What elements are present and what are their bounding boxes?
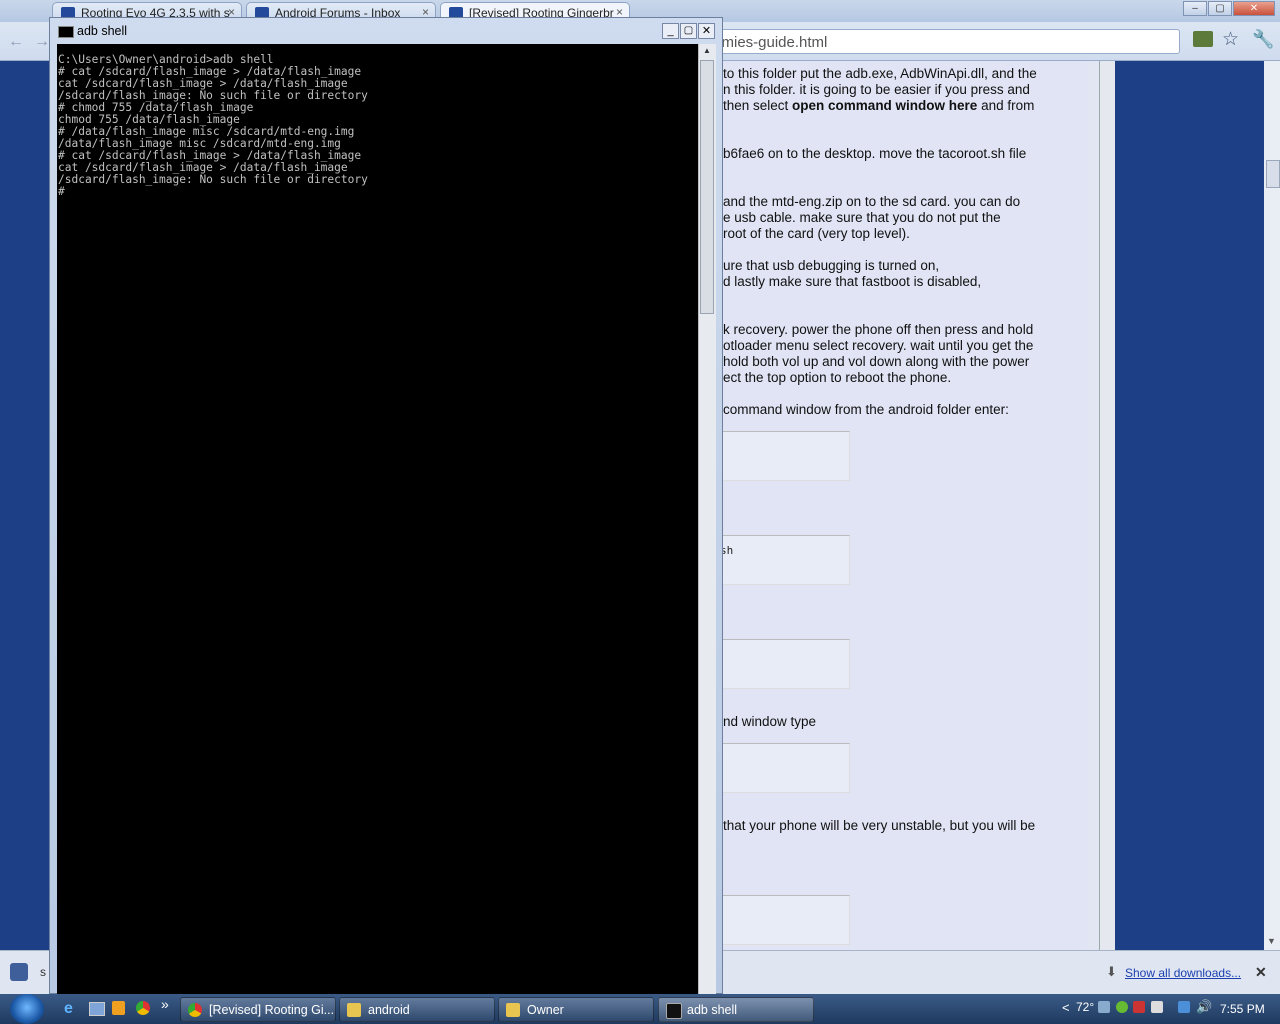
media-player-icon[interactable] — [112, 1001, 125, 1015]
console-maximize-button[interactable]: ▢ — [680, 23, 697, 39]
page-text-line: ect the top option to reboot the phone. — [723, 370, 952, 385]
folder-icon — [347, 1003, 361, 1017]
taskbar-item-adb-shell[interactable]: adb shell — [658, 997, 814, 1022]
taskbar-item-owner-folder[interactable]: Owner — [498, 997, 654, 1022]
console-line: /sdcard/flash_image: No such file or dir… — [58, 173, 368, 186]
console-title-bar[interactable]: adb shell _ ▢ ✕ — [50, 18, 722, 44]
clock[interactable]: 7:55 PM — [1220, 1002, 1265, 1016]
page-text-line: command window from the android folder e… — [723, 402, 1009, 417]
download-bar-close-button[interactable]: ✕ — [1255, 964, 1267, 981]
network-icon[interactable] — [1178, 1001, 1190, 1013]
browser-maximize-button[interactable]: ▢ — [1208, 1, 1232, 16]
show-desktop-icon[interactable] — [89, 1002, 105, 1016]
page-text-line: that your phone will be very unstable, b… — [723, 818, 1036, 833]
show-all-downloads-link[interactable]: Show all downloads... — [1125, 966, 1241, 980]
page-text-line: root of the card (very top level). — [723, 226, 910, 241]
console-close-button[interactable]: ✕ — [698, 23, 715, 39]
scroll-up-arrow-icon[interactable]: ▲ — [703, 46, 711, 55]
wrench-menu-icon[interactable]: 🔧 — [1252, 29, 1274, 50]
console-window[interactable]: adb shell _ ▢ ✕ C:\Users\Owner\android>a… — [49, 17, 723, 994]
taskbar-item-label: [Revised] Rooting Gi... — [209, 1003, 335, 1017]
browser-scrollbar[interactable] — [1264, 61, 1280, 950]
taskbar-item-label: Owner — [527, 1003, 564, 1017]
cmd-icon — [58, 26, 74, 38]
page-text-line: e usb cable. make sure that you do not p… — [723, 210, 1001, 225]
page-text-line: and the mtd-eng.zip on to the sd card. y… — [723, 194, 1021, 209]
page-text-line: otloader menu select recovery. wait unti… — [723, 338, 1034, 353]
browser-scrollbar-thumb[interactable] — [1266, 160, 1280, 188]
taskbar-item-android-folder[interactable]: android — [339, 997, 495, 1022]
volume-icon[interactable]: 🔊 — [1196, 999, 1212, 1015]
internet-explorer-icon[interactable]: e — [64, 1000, 73, 1018]
browser-close-button[interactable]: ✕ — [1233, 1, 1275, 16]
console-minimize-button[interactable]: _ — [662, 23, 679, 39]
page-text-line: nd window type — [723, 714, 817, 729]
page-action-icon[interactable] — [1193, 31, 1213, 47]
console-output[interactable]: C:\Users\Owner\android>adb shell # cat /s… — [57, 44, 698, 994]
taskbar-item-browser[interactable]: [Revised] Rooting Gi... — [180, 997, 336, 1022]
page-text-line: b6fae6 on to the desktop. move the tacor… — [723, 146, 1027, 161]
weather-temperature[interactable]: 72° — [1076, 1000, 1094, 1014]
browser-minimize-button[interactable]: – — [1183, 1, 1207, 16]
address-bar[interactable]: mmies-guide.html — [700, 29, 1180, 54]
tray-expand-icon[interactable]: < — [1062, 1000, 1070, 1015]
download-arrow-icon: ⬇ — [1106, 964, 1117, 979]
page-text-line: n this folder. it is going to be easier … — [723, 82, 1030, 97]
page-text-line: k recovery. power the phone off then pre… — [723, 322, 1034, 337]
console-title: adb shell — [77, 24, 128, 38]
folder-icon — [506, 1003, 520, 1017]
page-text-line: then select open command window here and… — [723, 98, 1035, 113]
tray-mail-icon[interactable] — [1151, 1001, 1163, 1013]
quicklaunch-more-icon[interactable]: » — [161, 996, 169, 1012]
bookmark-star-icon[interactable]: ☆ — [1222, 28, 1239, 51]
page-right-border — [1099, 61, 1115, 950]
cmd-icon — [666, 1003, 682, 1019]
tray-app-icon[interactable] — [1116, 1001, 1128, 1013]
back-arrow-icon[interactable]: ← — [8, 33, 24, 51]
console-line: # — [58, 185, 65, 198]
weather-icon[interactable] — [1098, 1001, 1110, 1013]
taskbar-item-label: adb shell — [687, 1003, 738, 1017]
chrome-icon — [188, 1003, 202, 1017]
tray-security-icon[interactable] — [1133, 1001, 1145, 1013]
download-item-icon[interactable] — [10, 963, 28, 981]
page-text-line: ure that usb debugging is turned on, — [723, 258, 940, 273]
page-content: to this folder put the adb.exe, AdbWinAp… — [690, 61, 1087, 950]
scroll-down-arrow-icon[interactable]: ▼ — [1267, 936, 1276, 946]
page-text-line: to this folder put the adb.exe, AdbWinAp… — [723, 66, 1037, 81]
console-scrollbar-thumb[interactable] — [700, 60, 714, 314]
taskbar-item-label: android — [368, 1003, 410, 1017]
start-orb-icon[interactable] — [10, 994, 44, 1024]
console-scrollbar[interactable]: ▲ — [698, 44, 716, 994]
chrome-icon[interactable] — [136, 1001, 150, 1015]
page-margin — [1087, 61, 1099, 950]
download-item-label[interactable]: s — [40, 965, 46, 979]
forward-arrow-icon[interactable]: → — [34, 33, 50, 51]
page-text-line: hold both vol up and vol down along with… — [723, 354, 1030, 369]
page-text-line: d lastly make sure that fastboot is disa… — [723, 274, 982, 289]
